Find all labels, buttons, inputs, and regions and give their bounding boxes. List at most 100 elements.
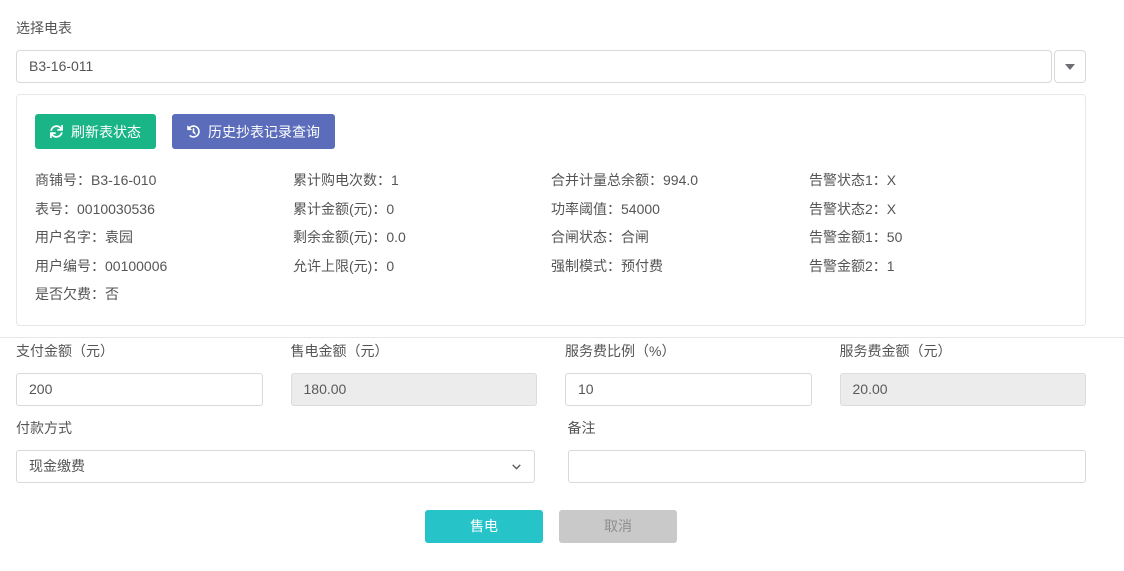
info-value: X [887, 201, 896, 217]
info-label: 累计购电次数 [293, 172, 377, 188]
info-value: 00100006 [105, 258, 167, 274]
info-label: 剩余金额(元) [293, 229, 372, 245]
sell-amount-label: 售电金额（元） [291, 343, 538, 359]
meter-select-label: 选择电表 [16, 20, 1086, 36]
colon-separator: ： [607, 201, 621, 217]
info-item: 表号：0010030536 [35, 195, 293, 224]
refresh-meter-status-button[interactable]: 刷新表状态 [35, 114, 156, 149]
info-item: 允许上限(元)：0 [293, 252, 551, 281]
cancel-button[interactable]: 取消 [559, 510, 677, 543]
info-label: 表号 [35, 201, 63, 217]
colon-separator: ： [873, 229, 887, 245]
meter-select-dropdown-button[interactable] [1054, 50, 1086, 83]
sell-button[interactable]: 售电 [425, 510, 543, 543]
amount-fields-row: 支付金额（元） 售电金额（元） 服务费比例（%） 服务费金额（元） [16, 343, 1086, 406]
refresh-icon [50, 125, 63, 138]
info-value: 0.0 [386, 229, 405, 245]
pay-amount-input[interactable] [16, 373, 263, 406]
colon-separator: ： [607, 258, 621, 274]
colon-separator: ： [873, 172, 887, 188]
info-item: 告警金额1：50 [809, 223, 1067, 252]
info-value: 袁园 [105, 229, 133, 245]
info-label: 是否欠费 [35, 286, 91, 302]
pay-amount-group: 支付金额（元） [16, 343, 263, 406]
info-value: 0010030536 [77, 201, 155, 217]
info-value: 1 [887, 258, 895, 274]
colon-separator: ： [372, 258, 386, 274]
info-item: 是否欠费：否 [35, 280, 293, 309]
colon-separator: ： [372, 229, 386, 245]
payment-method-label: 付款方式 [16, 420, 535, 436]
service-fee-amount-label: 服务费金额（元） [840, 343, 1087, 359]
payment-method-select[interactable]: 现金缴费 [16, 450, 535, 483]
info-column-purchase: 累计购电次数：1 累计金额(元)：0 剩余金额(元)：0.0 允许上限(元)：0 [293, 166, 551, 309]
meter-status-panel: 刷新表状态 历史抄表记录查询 商铺号：B3-16-010 表号：00100305… [16, 94, 1086, 326]
info-item: 合闸状态：合闸 [551, 223, 809, 252]
info-value: 0 [386, 258, 394, 274]
service-fee-amount-input [840, 373, 1087, 406]
info-label: 允许上限(元) [293, 258, 372, 274]
history-icon [187, 125, 200, 138]
section-divider [0, 337, 1124, 338]
service-fee-ratio-label: 服务费比例（%） [565, 343, 812, 359]
info-label: 用户名字 [35, 229, 91, 245]
colon-separator: ： [377, 172, 391, 188]
colon-separator: ： [873, 258, 887, 274]
info-item: 剩余金额(元)：0.0 [293, 223, 551, 252]
history-records-button[interactable]: 历史抄表记录查询 [172, 114, 335, 149]
info-value: B3-16-010 [91, 172, 156, 188]
colon-separator: ： [91, 229, 105, 245]
info-value: X [887, 172, 896, 188]
info-value: 1 [391, 172, 399, 188]
meter-select[interactable]: B3-16-011 [16, 50, 1052, 83]
info-value: 54000 [621, 201, 660, 217]
info-label: 告警金额1 [809, 229, 873, 245]
info-label: 合并计量总余额 [551, 172, 649, 188]
info-column-meter-state: 合并计量总余额：994.0 功率阈值：54000 合闸状态：合闸 强制模式：预付… [551, 166, 809, 309]
meter-info-grid: 商铺号：B3-16-010 表号：0010030536 用户名字：袁园 用户编号… [35, 166, 1067, 309]
service-fee-amount-group: 服务费金额（元） [840, 343, 1087, 406]
info-label: 合闸状态 [551, 229, 607, 245]
info-value: 预付费 [621, 258, 663, 274]
info-value: 合闸 [621, 229, 649, 245]
info-label: 功率阈值 [551, 201, 607, 217]
info-item: 告警状态1：X [809, 166, 1067, 195]
colon-separator: ： [607, 229, 621, 245]
sell-amount-group: 售电金额（元） [291, 343, 538, 406]
info-label: 强制模式 [551, 258, 607, 274]
colon-separator: ： [873, 201, 887, 217]
info-item: 累计购电次数：1 [293, 166, 551, 195]
info-item: 累计金额(元)：0 [293, 195, 551, 224]
payment-remark-row: 付款方式 现金缴费 备注 [16, 420, 1086, 483]
service-fee-ratio-input[interactable] [565, 373, 812, 406]
remark-label: 备注 [568, 420, 1087, 436]
info-item: 强制模式：预付费 [551, 252, 809, 281]
info-item: 告警金额2：1 [809, 252, 1067, 281]
remark-input[interactable] [568, 450, 1087, 483]
caret-down-icon [1065, 64, 1075, 70]
remark-group: 备注 [568, 420, 1087, 483]
info-item: 告警状态2：X [809, 195, 1067, 224]
info-column-alarms: 告警状态1：X 告警状态2：X 告警金额1：50 告警金额2：1 [809, 166, 1067, 309]
meter-vending-page: 选择电表 B3-16-011 刷新表状态 历史抄表记录查询 [16, 0, 1086, 543]
action-buttons-row: 售电 取消 [16, 510, 1086, 543]
panel-toolbar: 刷新表状态 历史抄表记录查询 [35, 114, 1067, 149]
info-value: 0 [386, 201, 394, 217]
info-item: 用户名字：袁园 [35, 223, 293, 252]
info-label: 告警金额2 [809, 258, 873, 274]
meter-select-value: B3-16-011 [29, 58, 93, 74]
info-label: 商铺号 [35, 172, 77, 188]
colon-separator: ： [372, 201, 386, 217]
payment-method-group: 付款方式 现金缴费 [16, 420, 535, 483]
sell-amount-input [291, 373, 538, 406]
refresh-button-label: 刷新表状态 [71, 122, 141, 142]
info-item: 商铺号：B3-16-010 [35, 166, 293, 195]
info-value: 50 [887, 229, 903, 245]
pay-amount-label: 支付金额（元） [16, 343, 263, 359]
info-value: 否 [105, 286, 119, 302]
colon-separator: ： [91, 258, 105, 274]
history-button-label: 历史抄表记录查询 [208, 122, 320, 142]
meter-select-row: B3-16-011 [16, 50, 1086, 83]
info-label: 累计金额(元) [293, 201, 372, 217]
info-item: 功率阈值：54000 [551, 195, 809, 224]
